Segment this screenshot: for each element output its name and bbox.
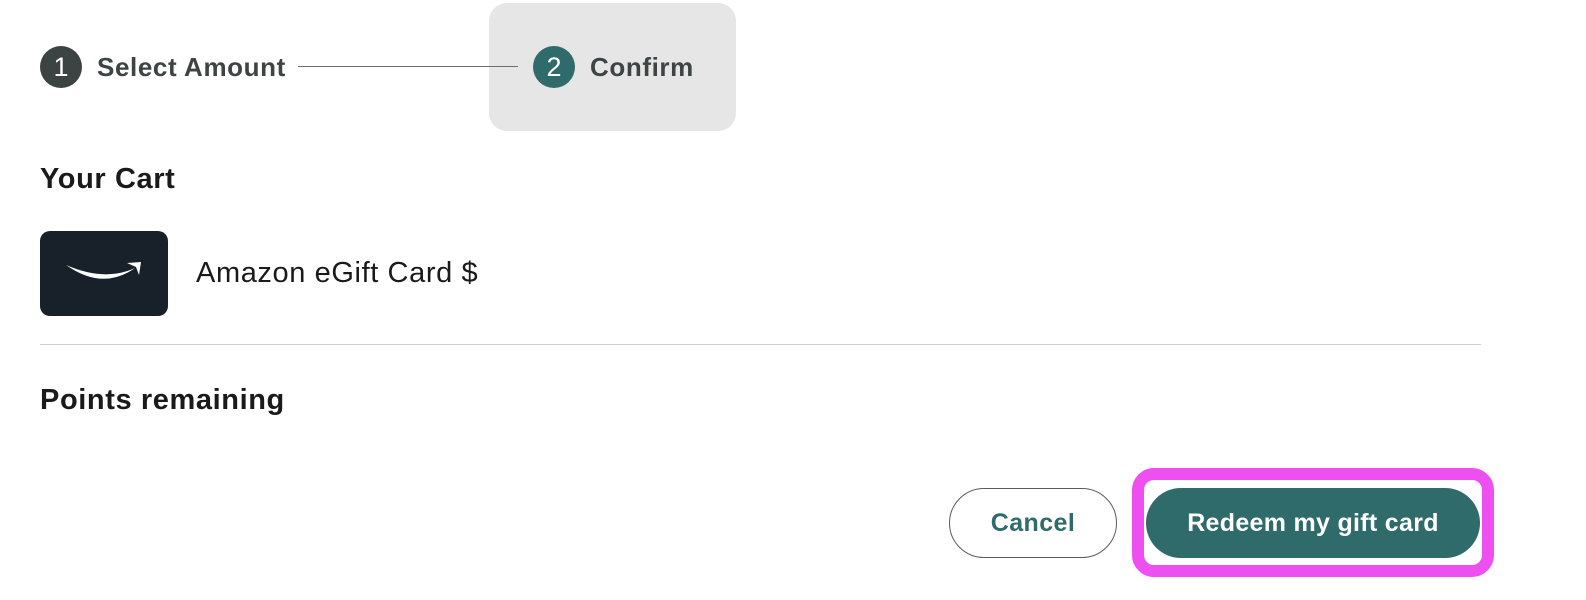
product-name: Amazon eGift Card $ — [196, 256, 479, 289]
amazon-smile-logo-icon — [66, 262, 141, 279]
step-confirm: 2 Confirm — [533, 46, 694, 88]
section-divider — [40, 344, 1481, 345]
points-remaining-title: Points remaining — [40, 384, 285, 416]
step-select-amount[interactable]: 1 Select Amount — [40, 46, 286, 88]
step-number-badge: 1 — [40, 46, 82, 88]
product-thumbnail — [40, 230, 168, 316]
redeem-confirm-page: 1 Select Amount 2 Confirm Your Cart Amaz… — [0, 0, 1586, 600]
cancel-button[interactable]: Cancel — [949, 488, 1117, 558]
cart-item: Amazon eGift Card $ — [40, 230, 478, 316]
step-label: Select Amount — [97, 51, 286, 82]
step-label: Confirm — [590, 51, 694, 82]
cart-title: Your Cart — [40, 163, 176, 195]
stepper: 1 Select Amount 2 Confirm — [40, 0, 800, 134]
step-connector-line — [298, 66, 518, 67]
redeem-gift-card-button[interactable]: Redeem my gift card — [1146, 488, 1480, 558]
step-number-badge: 2 — [533, 46, 575, 88]
